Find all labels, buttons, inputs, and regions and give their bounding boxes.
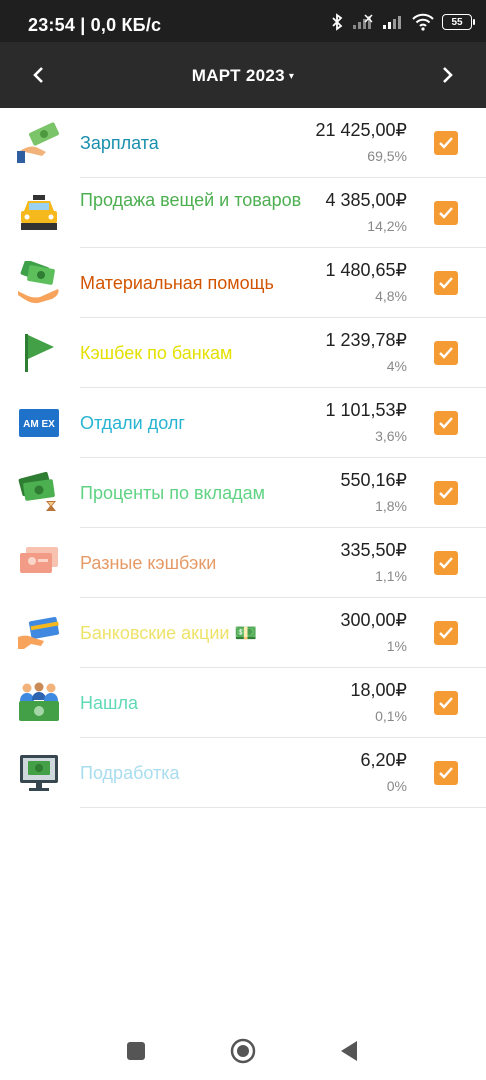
list-item[interactable]: AM EX Отдали долг 1 101,53₽ 3,6% (0, 388, 486, 458)
category-name: Отдали долг (80, 413, 185, 433)
list-item[interactable]: Разные кэшбэки 335,50₽ 1,1% (0, 528, 486, 598)
signal-1-icon (353, 14, 373, 29)
category-checkbox[interactable] (434, 411, 458, 435)
checkmark-icon (439, 347, 453, 359)
category-checkbox[interactable] (434, 131, 458, 155)
home-button[interactable] (230, 1038, 256, 1064)
category-name: Материальная помощь (80, 273, 274, 293)
category-amount: 300,00₽ (340, 610, 407, 630)
coupons-icon (20, 547, 58, 573)
list-item[interactable]: Проценты по вкладам 550,16₽ 1,8% (0, 458, 486, 528)
category-percent: 1,8% (375, 498, 407, 514)
home-circle-icon (230, 1038, 256, 1064)
next-month-button[interactable] (434, 62, 460, 88)
checkmark-icon (439, 767, 453, 779)
category-checkbox[interactable] (434, 551, 458, 575)
category-percent: 4,8% (375, 288, 407, 304)
checkmark-icon (439, 137, 453, 149)
category-checkbox[interactable] (434, 691, 458, 715)
category-amount: 21 425,00₽ (315, 120, 407, 140)
category-percent: 0,1% (375, 708, 407, 724)
category-name: Подработка (80, 763, 180, 783)
monitor-money-icon (20, 755, 58, 791)
list-item[interactable]: Материальная помощь 1 480,65₽ 4,8% (0, 248, 486, 318)
chevron-right-icon (443, 67, 453, 83)
category-percent: 4% (386, 358, 407, 374)
category-percent: 1,1% (375, 568, 407, 584)
amex-card-icon: AM EX (19, 409, 59, 437)
category-percent: 1% (386, 638, 407, 654)
list-item[interactable]: Продажа вещей и товаров 4 385,00₽ 14,2% (0, 178, 486, 248)
list-item[interactable]: Кэшбек по банкам 1 239,78₽ 4% (0, 318, 486, 388)
category-amount: 4 385,00₽ (325, 190, 407, 210)
taxi-icon (21, 195, 57, 230)
money-hourglass-icon (18, 471, 56, 511)
cash-hands-icon (18, 261, 59, 304)
category-name: Нашла (80, 693, 138, 713)
category-name: Зарплата (80, 133, 159, 153)
category-amount: 1 101,53₽ (325, 400, 407, 420)
category-checkbox[interactable] (434, 761, 458, 785)
category-checkbox[interactable] (434, 201, 458, 225)
category-name: Кэшбек по банкам (80, 343, 233, 363)
list-item[interactable]: Нашла 18,00₽ 0,1% (0, 668, 486, 738)
back-triangle-icon (341, 1041, 357, 1061)
checkmark-icon (439, 697, 453, 709)
list-item[interactable]: Зарплата 21 425,00₽ 69,5% (0, 108, 486, 178)
battery-icon: 55 (442, 14, 475, 30)
list-item[interactable]: Банковские акции 💵 300,00₽ 1% (0, 598, 486, 668)
category-checkbox[interactable] (434, 341, 458, 365)
checkmark-icon (439, 277, 453, 289)
recent-apps-button[interactable] (123, 1038, 149, 1064)
category-name: Банковские акции 💵 (80, 623, 257, 643)
category-percent: 3,6% (375, 428, 407, 444)
category-percent: 14,2% (367, 218, 407, 234)
people-money-icon (19, 682, 59, 721)
signal-2-icon (383, 16, 401, 29)
category-amount: 1 480,65₽ (325, 260, 407, 280)
status-bar: 23:54 | 0,0 КБ/с 55 (0, 0, 486, 42)
status-icons: 55 (330, 13, 475, 31)
category-name: Проценты по вкладам (80, 483, 266, 503)
category-amount: 18,00₽ (350, 680, 408, 700)
checkmark-icon (439, 207, 453, 219)
category-amount: 550,16₽ (340, 470, 407, 490)
list-item[interactable]: Подработка 6,20₽ 0% (0, 738, 486, 808)
month-selector[interactable]: МАРТ 2023 ▾ (0, 66, 486, 86)
status-time: 23:54 | 0,0 КБ/с (28, 15, 162, 35)
checkmark-icon (439, 557, 453, 569)
checkmark-icon (439, 417, 453, 429)
svg-text:AM EX: AM EX (23, 419, 55, 430)
category-percent: 69,5% (367, 148, 407, 164)
category-checkbox[interactable] (434, 621, 458, 645)
month-title: МАРТ 2023 (191, 66, 285, 85)
flag-icon (25, 334, 54, 372)
wifi-icon (412, 13, 434, 31)
bluetooth-icon (332, 13, 343, 31)
category-name: Продажа вещей и товаров (80, 190, 302, 210)
category-amount: 335,50₽ (340, 540, 407, 560)
row-divider (80, 807, 486, 808)
battery-level: 55 (451, 16, 463, 28)
month-header: МАРТ 2023 ▾ (0, 42, 486, 108)
card-hand-icon (18, 617, 60, 649)
category-percent: 0% (386, 778, 407, 794)
category-checkbox[interactable] (434, 481, 458, 505)
square-icon (127, 1042, 145, 1060)
money-hand-icon (17, 122, 59, 163)
income-category-list: Зарплата 21 425,00₽ 69,5% Продажа вещей … (0, 108, 486, 808)
back-button[interactable] (336, 1038, 362, 1064)
category-amount: 6,20₽ (360, 750, 408, 770)
checkmark-icon (439, 627, 453, 639)
system-navigation-bar (0, 1024, 486, 1080)
category-amount: 1 239,78₽ (325, 330, 407, 350)
category-checkbox[interactable] (434, 271, 458, 295)
category-name: Разные кэшбэки (80, 553, 217, 573)
dropdown-caret-icon: ▾ (288, 71, 295, 82)
checkmark-icon (439, 487, 453, 499)
